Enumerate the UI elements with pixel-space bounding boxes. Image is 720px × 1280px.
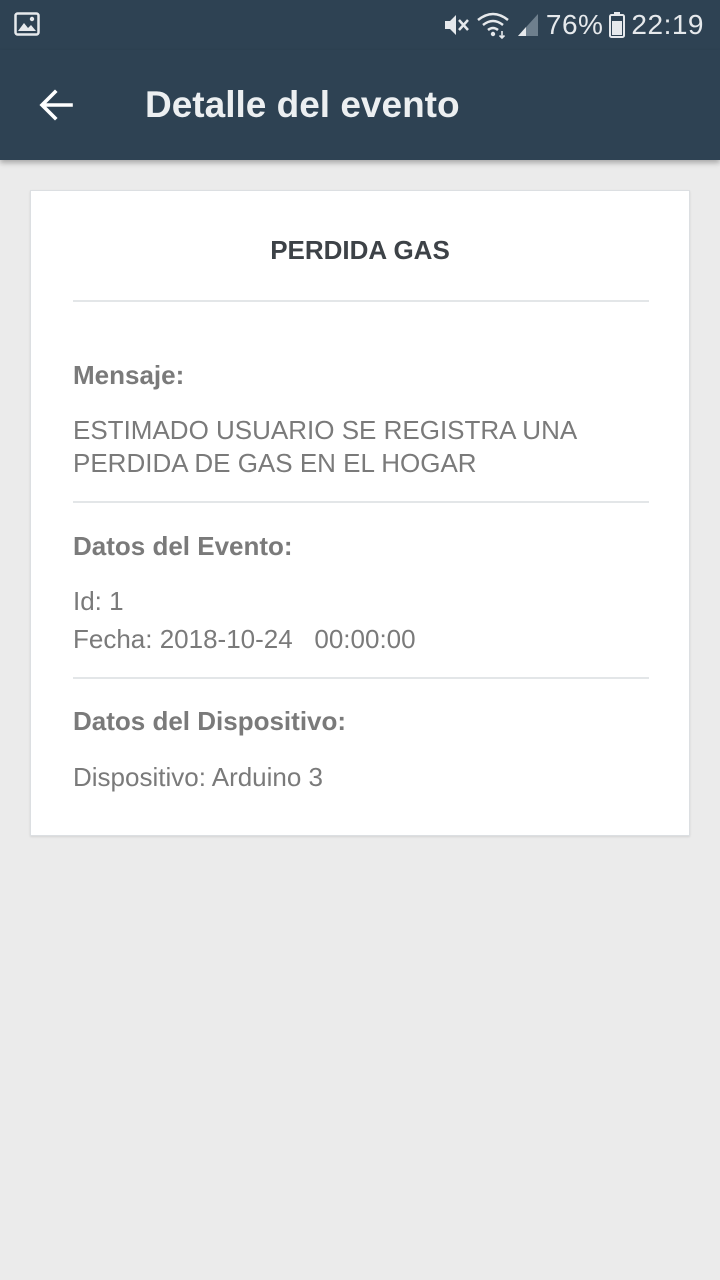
event-date: Fecha: 2018-10-24 00:00:00 xyxy=(73,624,416,654)
back-button[interactable] xyxy=(22,71,90,139)
divider xyxy=(73,677,649,679)
wifi-icon xyxy=(477,12,509,39)
device-data-label: Datos del Dispositivo: xyxy=(73,706,347,736)
status-bar: 76% 22:19 xyxy=(0,0,720,50)
divider xyxy=(73,300,649,302)
signal-icon xyxy=(517,14,538,36)
message-label: Mensaje: xyxy=(73,360,185,390)
event-title: PERDIDA GAS xyxy=(270,235,450,265)
mute-icon xyxy=(444,15,469,35)
battery-percent: 76% xyxy=(545,9,604,40)
app-bar: Detalle del evento xyxy=(0,50,720,160)
event-id: Id: 1 xyxy=(73,586,124,616)
arrow-left-icon xyxy=(39,89,73,121)
gallery-icon xyxy=(14,12,40,36)
battery-icon xyxy=(609,12,626,38)
divider xyxy=(73,501,649,503)
device-name: Dispositivo: Arduino 3 xyxy=(73,762,324,792)
event-detail-card: PERDIDA GAS Mensaje: ESTIMADO USUARIO SE… xyxy=(30,190,690,836)
event-data-label: Datos del Evento: xyxy=(73,531,293,561)
message-text: ESTIMADO USUARIO SE REGISTRA UNA PERDIDA… xyxy=(73,415,576,478)
page-title: Detalle del evento xyxy=(145,84,460,125)
clock: 22:19 xyxy=(631,9,704,40)
